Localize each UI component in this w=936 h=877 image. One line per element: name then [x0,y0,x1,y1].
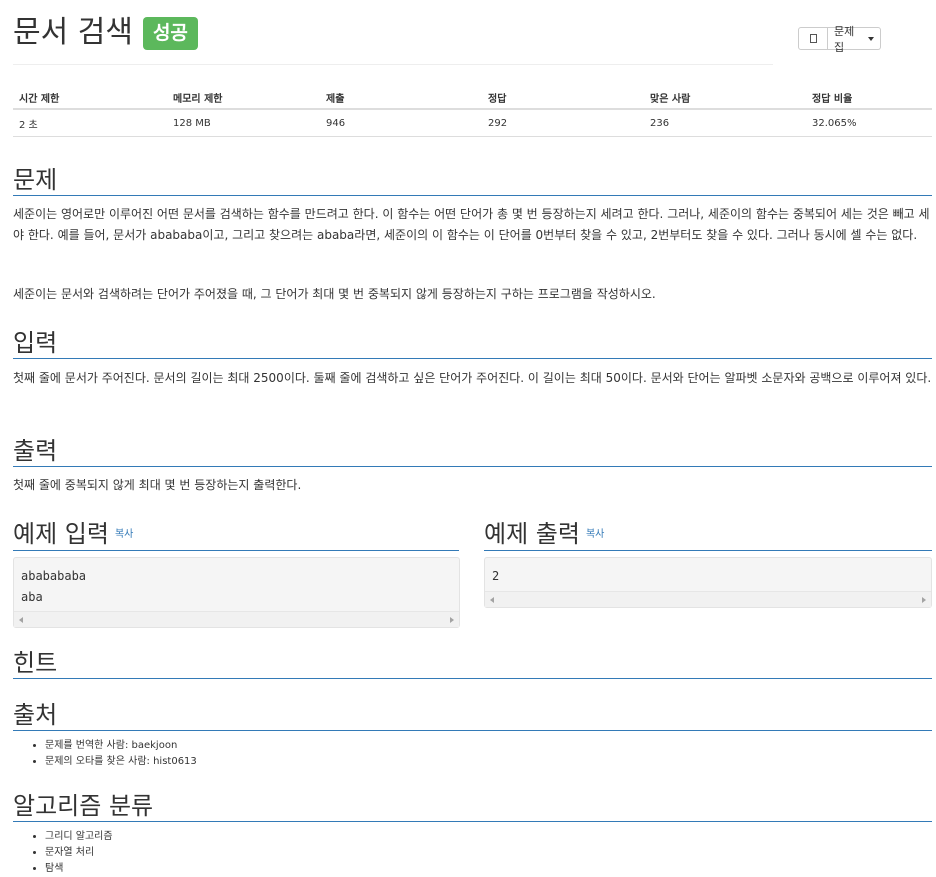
square-icon [809,34,817,43]
problemset-label: 문제집 [834,24,855,54]
info-header-submit: 제출 [320,86,482,110]
copy-sample-input-link[interactable]: 복사 [115,529,133,540]
problem-info-table: 시간 제한 메모리 제한 제출 정답 맞은 사람 정답 비율 2 초 128 M… [13,86,932,137]
status-badge: 성공 [142,16,198,50]
sample-input-title: 예제 입력 [13,520,109,548]
output-description: 첫째 줄에 중복되지 않게 최대 몇 번 등장하는지 출력한다. [13,478,302,492]
scroll-right-icon[interactable] [450,617,454,623]
table-row: 2 초 128 MB 946 292 236 32.065% [13,109,932,137]
source-heading: 출처 [13,700,932,731]
output-heading: 출력 [13,436,932,467]
list-item: 문제의 오타를 찾은 사람: hist0613 [45,754,197,770]
sample-output-scrollbar[interactable] [485,591,931,607]
input-heading: 입력 [13,328,932,359]
problemset-button-group: 문제집 [798,25,881,54]
caret-down-icon [868,36,874,41]
sample-output-box[interactable]: 2 [484,557,932,608]
scroll-left-icon[interactable] [490,597,494,603]
info-memory: 128 MB [167,109,320,137]
scroll-right-icon[interactable] [922,597,926,603]
problem-description: 세준이는 영어로만 이루어진 어떤 문서를 검색하는 함수를 만드려고 한다. … [13,207,930,242]
sample-input-box[interactable]: ababababa aba [13,557,460,628]
sample-input-scrollbar[interactable] [14,611,459,627]
sample-output-content: 2 [492,569,500,583]
list-item[interactable]: 그리디 알고리즘 [45,829,113,845]
input-description: 첫째 줄에 문서가 주어진다. 문서의 길이는 최대 2500이다. 둘째 줄에… [13,371,932,385]
sample-input-heading: 예제 입력 복사 [13,519,459,551]
sample-input-content: ababababa aba [21,569,87,604]
sample-output-title: 예제 출력 [484,520,580,548]
algorithm-list: 그리디 알고리즘 문자열 처리 탐색 [13,829,113,877]
sample-output-heading: 예제 출력 복사 [484,519,932,551]
info-header-accepted: 정답 [482,86,644,110]
problem-heading: 문제 [13,165,932,196]
info-header-memory: 메모리 제한 [167,86,320,110]
list-item[interactable]: 문자열 처리 [45,845,113,861]
page-title: 문서 검색 [13,15,133,50]
info-accepted: 292 [482,109,644,137]
info-header-solved: 맞은 사람 [644,86,806,110]
problem-page: 문서 검색 성공 문제집 시간 제한 메모리 제한 제출 정답 맞은 사람 정답… [0,0,936,874]
info-solved: 236 [644,109,806,137]
bookmark-button[interactable] [798,27,828,50]
list-item: 문제를 번역한 사람: baekjoon [45,738,197,754]
copy-sample-output-link[interactable]: 복사 [586,529,604,540]
info-header-time: 시간 제한 [13,86,167,110]
problem-description-2: 세준이는 문서와 검색하려는 단어가 주어졌을 때, 그 단어가 최대 몇 번 … [13,287,656,301]
list-item[interactable]: 탐색 [45,861,113,877]
info-ratio: 32.065% [806,109,932,137]
algorithm-heading: 알고리즘 분류 [13,791,932,822]
info-time: 2 초 [13,109,167,137]
source-list: 문제를 번역한 사람: baekjoon 문제의 오타를 찾은 사람: hist… [13,738,197,770]
info-submit: 946 [320,109,482,137]
problemset-dropdown[interactable]: 문제집 [828,25,881,54]
info-header-ratio: 정답 비율 [806,86,932,110]
hint-heading: 힌트 [13,648,932,679]
title-divider [13,64,773,65]
title-row: 문서 검색 성공 [13,14,198,52]
scroll-left-icon[interactable] [19,617,23,623]
